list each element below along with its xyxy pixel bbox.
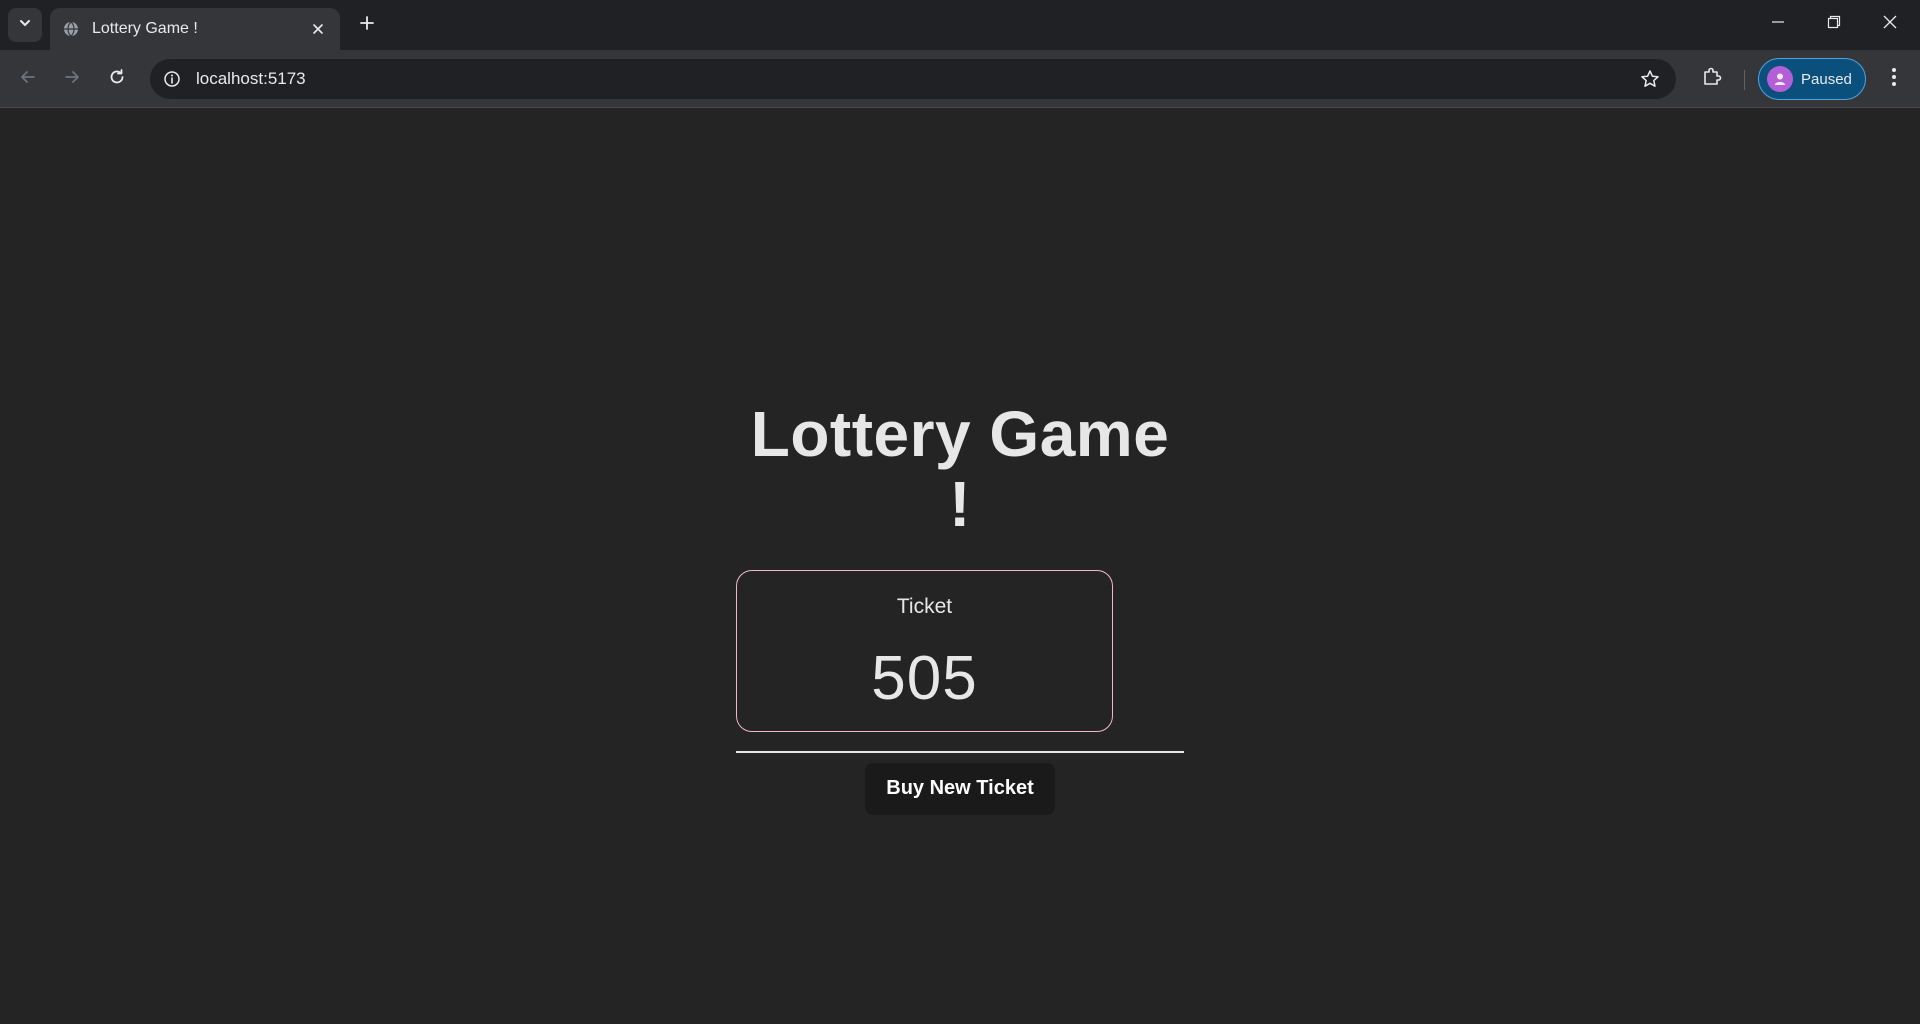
close-icon	[1883, 15, 1897, 34]
puzzle-icon	[1701, 66, 1723, 93]
close-window-button[interactable]	[1862, 0, 1918, 48]
profile-status-label: Paused	[1801, 70, 1852, 88]
buy-new-ticket-button[interactable]: Buy New Ticket	[865, 762, 1055, 815]
browser-toolbar: localhost:5173 Paused	[0, 50, 1920, 108]
back-button[interactable]	[10, 61, 46, 97]
close-icon[interactable]	[306, 17, 330, 41]
extensions-button[interactable]	[1694, 61, 1730, 97]
tab-strip: Lottery Game !	[0, 0, 1920, 50]
lottery-game: Lottery Game ! Ticket 505 Buy New Ticket	[736, 399, 1184, 815]
tab-search-button[interactable]	[8, 8, 42, 42]
reload-button[interactable]	[99, 61, 135, 97]
reload-icon	[108, 68, 126, 91]
forward-button[interactable]	[54, 61, 90, 97]
arrow-right-icon	[63, 68, 81, 91]
ticket-number: 505	[871, 643, 978, 713]
divider	[736, 750, 1184, 753]
restore-button[interactable]	[1806, 0, 1862, 48]
tab-active[interactable]: Lottery Game !	[50, 8, 340, 50]
ticket-row: Ticket 505	[736, 569, 1184, 732]
tab-title: Lottery Game !	[92, 20, 198, 37]
arrow-left-icon	[19, 68, 37, 91]
page-viewport: Lottery Game ! Ticket 505 Buy New Ticket	[0, 109, 1920, 1024]
ticket-label: Ticket	[896, 594, 953, 618]
restore-icon	[1827, 15, 1841, 34]
browser-menu-button[interactable]	[1876, 61, 1912, 97]
ticket-card: Ticket 505	[736, 569, 1113, 732]
plus-icon	[359, 15, 375, 36]
kebab-menu-icon	[1891, 67, 1897, 92]
info-icon[interactable]	[156, 63, 188, 95]
address-bar[interactable]: localhost:5173	[150, 59, 1676, 99]
profile-button[interactable]: Paused	[1758, 58, 1866, 100]
chevron-down-icon	[18, 16, 32, 35]
url-text[interactable]: localhost:5173	[196, 69, 1632, 89]
toolbar-divider	[1744, 70, 1745, 90]
globe-icon	[62, 20, 80, 38]
new-tab-button[interactable]	[352, 10, 382, 40]
minimize-button[interactable]	[1750, 0, 1806, 48]
avatar	[1767, 66, 1793, 92]
minimize-icon	[1771, 15, 1785, 34]
star-icon[interactable]	[1632, 61, 1668, 97]
page-title: Lottery Game !	[750, 398, 1170, 541]
